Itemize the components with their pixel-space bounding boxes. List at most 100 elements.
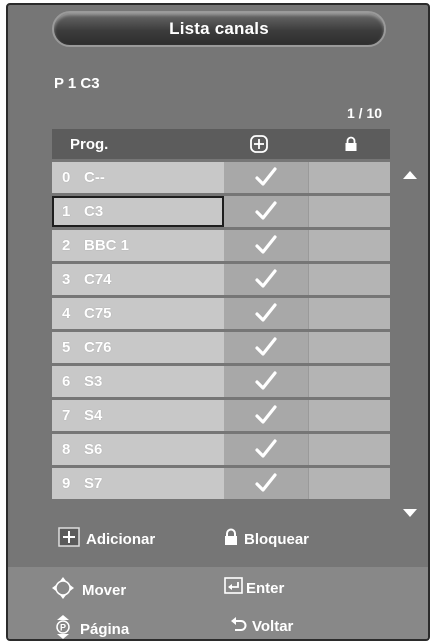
help-page: P Página [54,615,130,639]
checkmark-icon [254,234,278,261]
checkmark-icon [254,166,278,193]
channel-number: 0 [62,169,71,186]
channel-name: S3 [84,373,103,390]
checkmark-icon [254,336,278,363]
scroll-up-arrow-icon[interactable] [402,167,418,185]
add-toggle-cell[interactable] [224,400,308,431]
scroll-down-arrow-icon[interactable] [402,505,418,523]
channel-name-cell[interactable]: 4 C75 [52,298,224,329]
add-toggle-cell[interactable] [224,434,308,465]
channel-name-cell[interactable]: 0 C-- [52,162,224,193]
add-toggle-cell[interactable] [224,264,308,295]
lock-icon [224,528,238,550]
add-toggle-cell[interactable] [224,298,308,329]
add-toggle-cell[interactable] [224,332,308,363]
channel-name-cell[interactable]: 1 C3 [52,196,224,227]
channel-name-cell[interactable]: 5 C76 [52,332,224,363]
checkmark-icon [254,200,278,227]
table-row[interactable]: 4 C75 [52,298,390,329]
legend-lock: Bloquear [224,527,309,551]
legend: Adicionar Bloquear [58,527,309,551]
add-toggle-cell[interactable] [224,230,308,261]
table-row[interactable]: 0 C-- [52,162,390,193]
channel-name: S6 [84,441,103,458]
lock-toggle-cell[interactable] [308,230,390,261]
channel-name-cell[interactable]: 9 S7 [52,468,224,499]
channel-number: 4 [62,305,71,322]
enter-icon [224,577,244,599]
table-row[interactable]: 7 S4 [52,400,390,431]
lock-toggle-cell[interactable] [308,162,390,193]
add-toggle-cell[interactable] [224,196,308,227]
table-row[interactable]: 9 S7 [52,468,390,499]
channel-name-cell[interactable]: 2 BBC 1 [52,230,224,261]
channel-name-cell[interactable]: 3 C74 [52,264,224,295]
channel-name-cell[interactable]: 8 S6 [52,434,224,465]
checkmark-icon [254,302,278,329]
lock-toggle-cell[interactable] [308,264,390,295]
page-icon: P [54,615,72,639]
current-channel: P 1 C3 [54,75,100,92]
checkmark-icon [254,404,278,431]
help-move: Mover [52,577,126,603]
channel-name: C75 [84,305,112,322]
help-back: Voltar [230,615,293,637]
add-icon [250,135,268,158]
lock-toggle-cell[interactable] [308,366,390,397]
channel-number: 5 [62,339,71,356]
channel-name-cell[interactable]: 7 S4 [52,400,224,431]
channel-table: Prog. 0 C-- 1 C3 2 BBC 1 3 C74 4 C75 5 C76 6 S3 7 S4 8 S6… [52,129,390,499]
table-row[interactable]: 3 C74 [52,264,390,295]
move-arrows-icon [52,577,74,603]
table-row[interactable]: 1 C3 [52,196,390,227]
channel-name: C3 [84,203,104,220]
page-indicator: 1 / 10 [346,105,382,121]
title-bar: Lista canals [52,11,386,47]
channel-name: S4 [84,407,103,424]
table-row[interactable]: 2 BBC 1 [52,230,390,261]
help-back-label: Voltar [252,617,294,635]
channel-name: BBC 1 [84,237,130,254]
lock-toggle-cell[interactable] [308,196,390,227]
return-arrow-icon [230,615,248,637]
add-toggle-cell[interactable] [224,468,308,499]
column-header-prog: Prog. [70,135,109,153]
channel-number: 3 [62,271,71,288]
table-row[interactable]: 6 S3 [52,366,390,397]
channel-number: 2 [62,237,71,254]
table-header: Prog. [52,129,390,159]
channel-number: 6 [62,373,71,390]
lock-toggle-cell[interactable] [308,298,390,329]
help-move-label: Mover [82,581,127,599]
legend-add-label: Adicionar [86,530,156,548]
help-page-label: Página [80,620,130,638]
lock-toggle-cell[interactable] [308,434,390,465]
channel-number: 1 [62,203,71,220]
legend-lock-label: Bloquear [244,530,310,548]
lock-toggle-cell[interactable] [308,400,390,431]
checkmark-icon [254,268,278,295]
table-row[interactable]: 5 C76 [52,332,390,363]
channel-name: C74 [84,271,112,288]
add-icon [58,527,80,551]
channel-number: 8 [62,441,71,458]
add-toggle-cell[interactable] [224,162,308,193]
lock-icon [344,136,358,157]
lock-toggle-cell[interactable] [308,332,390,363]
lock-toggle-cell[interactable] [308,468,390,499]
channel-name: S7 [84,475,103,492]
footer-help: Mover Enter P Página Voltar [8,567,428,639]
add-toggle-cell[interactable] [224,366,308,397]
channel-name-cell[interactable]: 6 S3 [52,366,224,397]
svg-text:P: P [60,623,66,633]
channel-rows: 0 C-- 1 C3 2 BBC 1 3 C74 4 C75 5 C76 6 S3 7 S4 8 S6 9 S7 [52,162,390,499]
checkmark-icon [254,370,278,397]
channel-number: 9 [62,475,71,492]
legend-add: Adicionar [58,527,224,551]
channel-number: 7 [62,407,71,424]
table-row[interactable]: 8 S6 [52,434,390,465]
page-title: Lista canals [169,19,269,38]
channel-name: C-- [84,169,105,186]
checkmark-icon [254,438,278,465]
help-enter-label: Enter [246,579,285,597]
